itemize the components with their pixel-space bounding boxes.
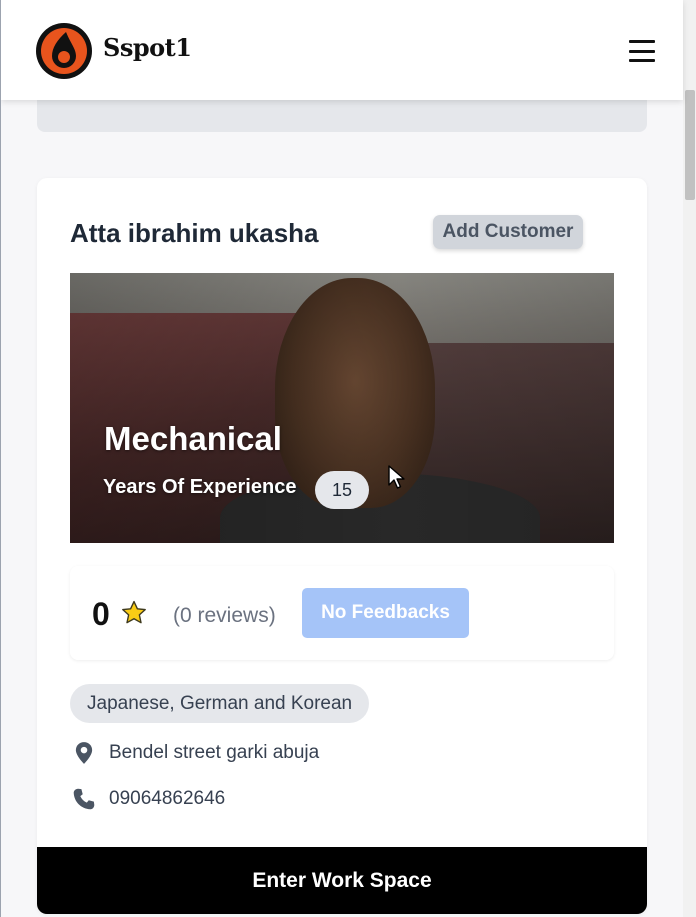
phone-number[interactable]: 09064862646 <box>109 788 225 810</box>
experience-label: Years Of Experience <box>103 476 297 498</box>
star-icon <box>122 600 146 624</box>
enter-work-space-button[interactable]: Enter Work Space <box>37 847 647 914</box>
page-scrollbar[interactable] <box>683 0 696 917</box>
phone-icon <box>73 788 95 810</box>
worker-name: Atta ibrahim ukasha <box>70 218 319 248</box>
address-text: Bendel street garki abuja <box>109 742 320 763</box>
rating-score: 0 <box>92 596 110 632</box>
top-navbar: Sspot1 <box>1 0 683 100</box>
reviews-count: (0 reviews) <box>173 604 276 627</box>
add-customer-button[interactable]: Add Customer <box>433 215 583 249</box>
languages-chip: Japanese, German and Korean <box>70 684 370 723</box>
hamburger-menu-icon[interactable] <box>623 36 661 66</box>
worker-photo: Mechanical Years Of Experience 15 <box>70 273 614 543</box>
rating-panel: 0 (0 reviews) No Feedbacks <box>70 566 614 660</box>
scrollbar-thumb[interactable] <box>685 90 695 200</box>
no-feedbacks-button[interactable]: No Feedbacks <box>302 588 469 638</box>
brand-name[interactable]: Sspot1 <box>103 33 192 62</box>
mouse-cursor-icon <box>388 465 405 489</box>
app-frame: Sspot1 Atta ibrahim ukasha Add Customer … <box>0 0 696 917</box>
address-row: Bendel street garki abuja <box>71 740 319 766</box>
location-pin-icon <box>75 742 93 764</box>
phone-row: 09064862646 <box>71 786 225 812</box>
experience-years-badge: 15 <box>315 471 369 509</box>
trade-title: Mechanical <box>104 420 282 457</box>
sspot-logo-icon[interactable] <box>35 22 93 80</box>
worker-card: Atta ibrahim ukasha Add Customer Mechani… <box>37 178 647 914</box>
